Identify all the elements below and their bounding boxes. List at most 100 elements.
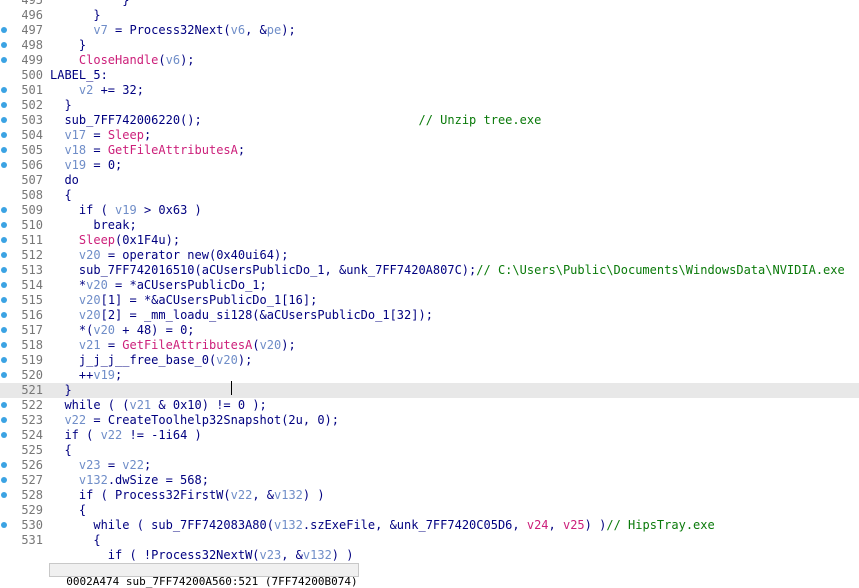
code-line-current[interactable]: 521 } xyxy=(0,383,859,398)
code-line[interactable]: 520 ++v19; xyxy=(0,368,859,383)
code-line[interactable]: 513 sub_7FF742016510(aCUsersPublicDo_1, … xyxy=(0,263,859,278)
breakpoint-dot-icon[interactable] xyxy=(1,117,7,123)
code-line[interactable]: 523 v22 = CreateToolhelp32Snapshot(2u, 0… xyxy=(0,413,859,428)
code-line[interactable]: 529 { xyxy=(0,503,859,518)
breakpoint-dot-icon[interactable] xyxy=(1,462,7,468)
breakpoint-dot-icon[interactable] xyxy=(1,147,7,153)
breakpoint-dot-icon[interactable] xyxy=(1,42,7,48)
code-text[interactable]: sub_7FF742016510(aCUsersPublicDo_1, &unk… xyxy=(50,263,845,278)
code-line[interactable]: 525 { xyxy=(0,443,859,458)
code-line[interactable]: 495 } xyxy=(0,0,859,8)
code-text[interactable]: ++v19; xyxy=(50,368,122,383)
code-line[interactable]: 496 } xyxy=(0,8,859,23)
code-line[interactable]: 507 do xyxy=(0,173,859,188)
code-line[interactable]: 514 *v20 = *aCUsersPublicDo_1; xyxy=(0,278,859,293)
code-text[interactable]: } xyxy=(50,98,71,113)
breakpoint-dot-icon[interactable] xyxy=(1,312,7,318)
code-text[interactable]: v22 = CreateToolhelp32Snapshot(2u, 0); xyxy=(50,413,339,428)
code-text[interactable]: } xyxy=(50,0,129,8)
code-line[interactable]: 501 v2 += 32; xyxy=(0,83,859,98)
code-text[interactable]: if ( Process32FirstW(v22, &v132) ) xyxy=(50,488,325,503)
code-line[interactable]: 510 break; xyxy=(0,218,859,233)
code-line[interactable]: 511 Sleep(0x1F4u); xyxy=(0,233,859,248)
code-text[interactable]: v17 = Sleep; xyxy=(50,128,151,143)
code-line[interactable]: 527 v132.dwSize = 568; xyxy=(0,473,859,488)
code-line[interactable]: 499 CloseHandle(v6); xyxy=(0,53,859,68)
code-line[interactable]: 509 if ( v19 > 0x63 ) xyxy=(0,203,859,218)
breakpoint-dot-icon[interactable] xyxy=(1,402,7,408)
code-text[interactable]: } xyxy=(50,38,86,53)
breakpoint-dot-icon[interactable] xyxy=(1,267,7,273)
code-text[interactable]: { xyxy=(50,503,86,518)
code-line[interactable]: 522 while ( (v21 & 0x10) != 0 ); xyxy=(0,398,859,413)
code-line[interactable]: 497 v7 = Process32Next(v6, &pe); xyxy=(0,23,859,38)
breakpoint-dot-icon[interactable] xyxy=(1,282,7,288)
code-line[interactable]: 512 v20 = operator new(0x40ui64); xyxy=(0,248,859,263)
code-text[interactable]: CloseHandle(v6); xyxy=(50,53,195,68)
code-line[interactable]: 505 v18 = GetFileAttributesA; xyxy=(0,143,859,158)
breakpoint-dot-icon[interactable] xyxy=(1,522,7,528)
code-text[interactable]: { xyxy=(50,443,71,458)
code-text[interactable]: Sleep(0x1F4u); xyxy=(50,233,180,248)
code-text[interactable]: LABEL_5: xyxy=(50,68,108,83)
code-line[interactable]: 519 j_j_j__free_base_0(v20); xyxy=(0,353,859,368)
code-text[interactable]: while ( sub_7FF742083A80(v132.szExeFile,… xyxy=(50,518,714,533)
code-line[interactable]: if ( !Process32NextW(v23, &v132) ) xyxy=(0,548,859,563)
code-line[interactable]: 518 v21 = GetFileAttributesA(v20); xyxy=(0,338,859,353)
breakpoint-dot-icon[interactable] xyxy=(1,417,7,423)
breakpoint-dot-icon[interactable] xyxy=(1,102,7,108)
breakpoint-dot-icon[interactable] xyxy=(1,372,7,378)
pseudocode-editor[interactable]: 495 } 496 } 497 v7 = Process32Next(v6, &pe… xyxy=(0,0,859,563)
breakpoint-dot-icon[interactable] xyxy=(1,252,7,258)
code-text[interactable]: *v20 = *aCUsersPublicDo_1; xyxy=(50,278,267,293)
code-text[interactable]: v19 = 0; xyxy=(50,158,122,173)
code-line[interactable]: 531 { xyxy=(0,533,859,548)
breakpoint-dot-icon[interactable] xyxy=(1,237,7,243)
code-text[interactable]: j_j_j__free_base_0(v20); xyxy=(50,353,252,368)
code-line[interactable]: 506 v19 = 0; xyxy=(0,158,859,173)
breakpoint-dot-icon[interactable] xyxy=(1,432,7,438)
code-line[interactable]: 508 { xyxy=(0,188,859,203)
code-line[interactable]: 516 v20[2] = _mm_loadu_si128(&aCUsersPub… xyxy=(0,308,859,323)
code-text[interactable]: v23 = v22; xyxy=(50,458,151,473)
code-line[interactable]: 526 v23 = v22; xyxy=(0,458,859,473)
code-text[interactable]: break; xyxy=(50,218,136,233)
code-text[interactable]: *(v20 + 48) = 0; xyxy=(50,323,195,338)
code-line[interactable]: 502 } xyxy=(0,98,859,113)
breakpoint-dot-icon[interactable] xyxy=(1,222,7,228)
code-line[interactable]: 498 } xyxy=(0,38,859,53)
code-line[interactable]: 500 LABEL_5: xyxy=(0,68,859,83)
breakpoint-dot-icon[interactable] xyxy=(1,27,7,33)
code-line[interactable]: 515 v20[1] = *&aCUsersPublicDo_1[16]; xyxy=(0,293,859,308)
code-text[interactable]: if ( v22 != -1i64 ) xyxy=(50,428,201,443)
code-text[interactable]: v2 += 32; xyxy=(50,83,144,98)
breakpoint-dot-icon[interactable] xyxy=(1,357,7,363)
code-line[interactable]: 524 if ( v22 != -1i64 ) xyxy=(0,428,859,443)
code-text[interactable]: v18 = GetFileAttributesA; xyxy=(50,143,245,158)
breakpoint-dot-icon[interactable] xyxy=(1,477,7,483)
code-text[interactable]: v21 = GetFileAttributesA(v20); xyxy=(50,338,296,353)
code-text[interactable]: v20 = operator new(0x40ui64); xyxy=(50,248,289,263)
code-line[interactable]: 528 if ( Process32FirstW(v22, &v132) ) xyxy=(0,488,859,503)
breakpoint-dot-icon[interactable] xyxy=(1,327,7,333)
breakpoint-dot-icon[interactable] xyxy=(1,57,7,63)
code-text[interactable]: sub_7FF742006220(); // Unzip tree.exe xyxy=(50,113,541,128)
code-text[interactable]: while ( (v21 & 0x10) != 0 ); xyxy=(50,398,266,413)
code-text[interactable]: { xyxy=(50,188,71,203)
code-text[interactable]: v20[2] = _mm_loadu_si128(&aCUsersPublicD… xyxy=(50,308,433,323)
code-text[interactable]: do xyxy=(50,173,78,188)
code-text[interactable]: } xyxy=(50,383,71,398)
code-text[interactable]: } xyxy=(50,8,100,23)
code-text[interactable]: { xyxy=(50,533,100,548)
breakpoint-dot-icon[interactable] xyxy=(1,207,7,213)
breakpoint-dot-icon[interactable] xyxy=(1,297,7,303)
code-line[interactable]: 503 sub_7FF742006220(); // Unzip tree.ex… xyxy=(0,113,859,128)
breakpoint-dot-icon[interactable] xyxy=(1,132,7,138)
code-line[interactable]: 517 *(v20 + 48) = 0; xyxy=(0,323,859,338)
breakpoint-dot-icon[interactable] xyxy=(1,162,7,168)
code-text[interactable]: v132.dwSize = 568; xyxy=(50,473,209,488)
breakpoint-dot-icon[interactable] xyxy=(1,342,7,348)
code-line[interactable]: 504 v17 = Sleep; xyxy=(0,128,859,143)
code-line[interactable]: 530 while ( sub_7FF742083A80(v132.szExeF… xyxy=(0,518,859,533)
code-text[interactable]: v7 = Process32Next(v6, &pe); xyxy=(50,23,295,38)
